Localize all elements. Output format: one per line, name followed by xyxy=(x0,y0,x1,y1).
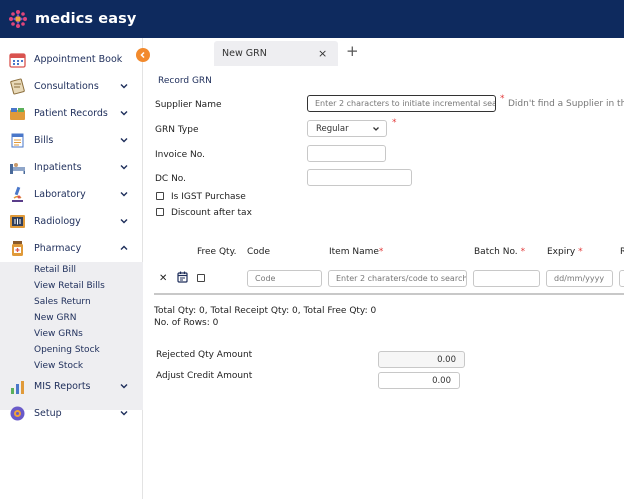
column-header-code: Code xyxy=(247,247,271,257)
dc-no-label: DC No. xyxy=(155,174,187,184)
calendar-icon[interactable] xyxy=(177,271,188,283)
submenu-item-view-grns[interactable]: View GRNs xyxy=(34,329,83,339)
sidebar-item-pharmacy[interactable]: Pharmacy xyxy=(0,235,143,261)
sidebar-item-label: MIS Reports xyxy=(34,380,91,392)
chevron-down-icon xyxy=(373,127,379,131)
column-header-free-qty: Free Qty. xyxy=(197,247,237,257)
submenu-item-sales-return[interactable]: Sales Return xyxy=(34,297,91,307)
chevron-down-icon xyxy=(120,411,128,416)
sidebar: Appointment Book Consultations Patient R… xyxy=(0,38,143,499)
invoice-no-input[interactable] xyxy=(307,145,386,162)
grn-type-label: GRN Type xyxy=(155,125,199,135)
calendar-icon xyxy=(9,52,26,68)
sidebar-item-label: Pharmacy xyxy=(34,242,82,254)
igst-purchase-checkbox[interactable] xyxy=(156,192,164,200)
supplier-hint-text: Didn't find a Supplier in the xyxy=(508,99,624,109)
xray-icon xyxy=(10,214,25,228)
sidebar-item-label: Setup xyxy=(34,407,62,419)
sidebar-item-patient-records[interactable]: Patient Records xyxy=(0,100,143,126)
section-title: Record GRN xyxy=(158,76,212,86)
sidebar-item-label: Laboratory xyxy=(34,188,86,200)
chevron-left-icon xyxy=(140,51,145,59)
free-qty-checkbox[interactable] xyxy=(197,274,205,282)
expiry-input[interactable]: dd/mm/yyyy xyxy=(546,270,613,287)
sidebar-item-appointment-book[interactable]: Appointment Book xyxy=(0,46,143,72)
bed-icon xyxy=(10,162,25,174)
logo-icon xyxy=(8,9,28,29)
microscope-icon xyxy=(12,186,23,202)
adjust-credit-amount-input[interactable]: 0.00 xyxy=(378,372,460,389)
item-name-input[interactable]: Enter 2 charaters/code to search xyxy=(328,270,467,287)
supplier-name-input[interactable]: Enter 2 characters to initiate increment… xyxy=(307,95,496,112)
chevron-down-icon xyxy=(120,165,128,170)
sidebar-item-label: Bills xyxy=(34,134,54,146)
next-column-input[interactable] xyxy=(619,270,624,287)
tab-close-icon[interactable]: × xyxy=(318,47,327,60)
rejected-qty-amount-field: 0.00 xyxy=(378,351,465,368)
sidebar-item-inpatients[interactable]: Inpatients xyxy=(0,154,143,180)
sidebar-item-label: Radiology xyxy=(34,215,81,227)
chevron-down-icon xyxy=(120,384,128,389)
chart-icon xyxy=(11,380,24,394)
sidebar-item-label: Patient Records xyxy=(34,107,108,119)
top-header: medics easy xyxy=(0,0,624,38)
submenu-item-opening-stock[interactable]: Opening Stock xyxy=(34,345,100,355)
gear-icon xyxy=(10,406,25,420)
app-logo-text: medics easy xyxy=(35,11,137,27)
sidebar-item-setup[interactable]: Setup xyxy=(0,400,143,426)
code-input[interactable]: Code xyxy=(247,270,322,287)
add-tab-icon[interactable]: + xyxy=(346,42,359,60)
sidebar-item-label: Appointment Book xyxy=(34,53,123,65)
remove-row-icon[interactable]: ✕ xyxy=(159,273,167,284)
discount-after-tax-label: Discount after tax xyxy=(171,208,252,218)
sidebar-collapse-button[interactable] xyxy=(136,48,150,62)
column-header-batch-no: Batch No. * xyxy=(474,247,526,257)
batch-no-input[interactable] xyxy=(473,270,540,287)
sidebar-item-label: Consultations xyxy=(34,80,99,92)
grn-type-select[interactable]: Regular xyxy=(307,120,387,137)
table-divider xyxy=(154,293,624,295)
sidebar-item-label: Inpatients xyxy=(34,161,82,173)
dc-no-input[interactable] xyxy=(307,169,412,186)
chevron-down-icon xyxy=(120,111,128,116)
column-header-expiry: Expiry * xyxy=(547,247,583,257)
submenu-item-view-retail-bills[interactable]: View Retail Bills xyxy=(34,281,105,291)
adjust-credit-amount-label: Adjust Credit Amount xyxy=(156,371,253,381)
grn-type-value: Regular xyxy=(316,124,349,134)
sidebar-item-consultations[interactable]: Consultations xyxy=(0,73,143,99)
tab-label: New GRN xyxy=(222,48,267,59)
stethoscope-icon xyxy=(10,78,25,94)
igst-purchase-label: Is IGST Purchase xyxy=(171,192,246,202)
submenu-item-new-grn[interactable]: New GRN xyxy=(34,313,76,323)
records-icon xyxy=(10,107,25,120)
column-header-next: R xyxy=(620,247,624,257)
submenu-item-view-stock[interactable]: View Stock xyxy=(34,361,83,371)
tab-new-grn[interactable]: New GRN × xyxy=(214,41,338,66)
invoice-no-label: Invoice No. xyxy=(155,150,205,160)
column-header-item-name: Item Name* xyxy=(329,247,384,257)
chevron-down-icon xyxy=(120,219,128,224)
submenu-item-retail-bill[interactable]: Retail Bill xyxy=(34,265,76,275)
required-marker: * xyxy=(392,118,397,128)
totals-summary: Total Qty: 0, Total Receipt Qty: 0, Tota… xyxy=(154,306,377,316)
bill-icon xyxy=(11,133,24,147)
sidebar-item-radiology[interactable]: Radiology xyxy=(0,208,143,234)
sidebar-item-bills[interactable]: Bills xyxy=(0,127,143,153)
chevron-down-icon xyxy=(120,138,128,143)
required-marker: * xyxy=(500,94,505,104)
sidebar-item-laboratory[interactable]: Laboratory xyxy=(0,181,143,207)
chevron-down-icon xyxy=(120,192,128,197)
chevron-up-icon xyxy=(120,245,128,250)
supplier-name-label: Supplier Name xyxy=(155,100,222,110)
row-count: No. of Rows: 0 xyxy=(154,318,219,328)
chevron-down-icon xyxy=(120,84,128,89)
pharmacy-icon xyxy=(12,240,23,256)
rejected-qty-amount-label: Rejected Qty Amount xyxy=(156,350,253,360)
sidebar-item-mis-reports[interactable]: MIS Reports xyxy=(0,373,143,399)
discount-after-tax-checkbox[interactable] xyxy=(156,208,164,216)
